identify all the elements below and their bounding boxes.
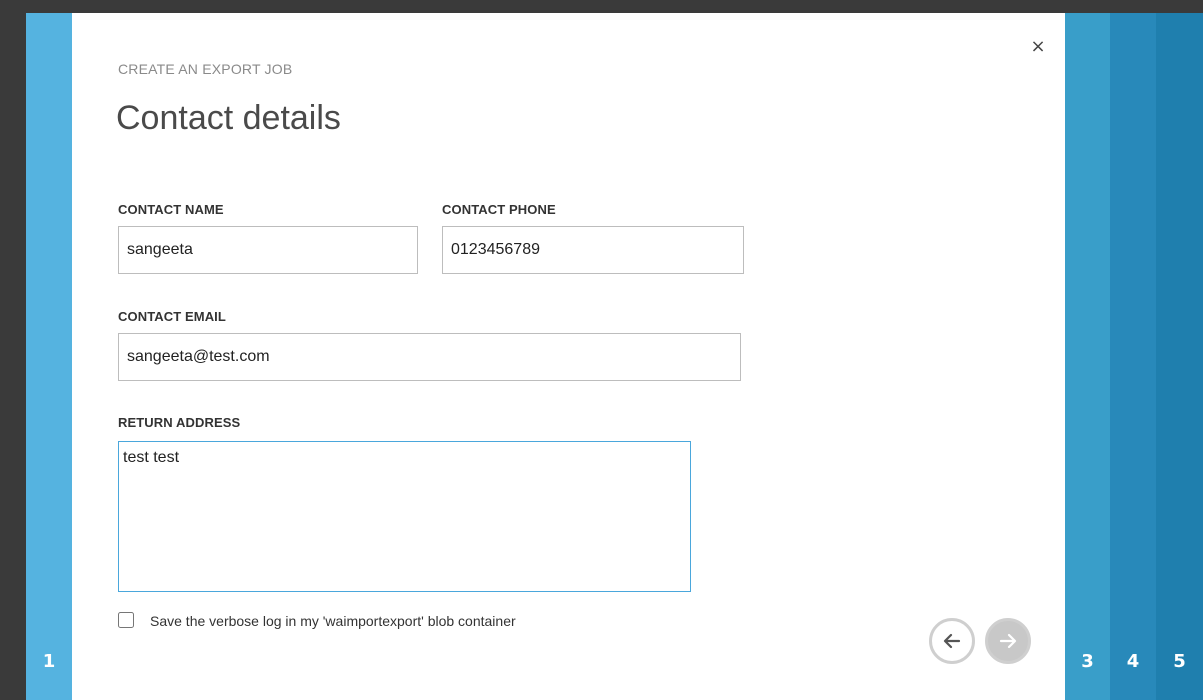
back-button[interactable] (929, 618, 975, 664)
contact-phone-input[interactable] (442, 226, 744, 274)
contact-name-input[interactable] (118, 226, 418, 274)
verbose-log-checkbox[interactable] (118, 612, 134, 628)
wizard-step-4[interactable]: 4 (1110, 13, 1156, 700)
arrow-right-icon (999, 633, 1017, 649)
next-button[interactable] (985, 618, 1031, 664)
step-number: 1 (42, 651, 56, 672)
arrow-left-icon (943, 633, 961, 649)
step-number: 4 (1126, 651, 1140, 672)
step-number: 3 (1081, 651, 1094, 672)
wizard-step-current: 1 (26, 13, 72, 700)
step-number: 5 (1173, 651, 1186, 672)
close-icon[interactable]: × (1028, 37, 1048, 57)
wizard-step-3[interactable]: 3 (1065, 13, 1110, 700)
contact-phone-label: CONTACT PHONE (442, 202, 556, 217)
contact-email-label: CONTACT EMAIL (118, 309, 226, 324)
page-title: Contact details (116, 99, 341, 137)
wizard-subtitle: CREATE AN EXPORT JOB (118, 61, 293, 77)
contact-email-input[interactable] (118, 333, 741, 381)
wizard-panel: × CREATE AN EXPORT JOB Contact details C… (72, 13, 1065, 700)
wizard-step-5[interactable]: 5 (1156, 13, 1203, 700)
contact-name-label: CONTACT NAME (118, 202, 224, 217)
return-address-label: RETURN ADDRESS (118, 415, 241, 430)
return-address-textarea[interactable]: test test (118, 441, 691, 592)
verbose-log-label: Save the verbose log in my 'waimportexpo… (150, 613, 516, 629)
